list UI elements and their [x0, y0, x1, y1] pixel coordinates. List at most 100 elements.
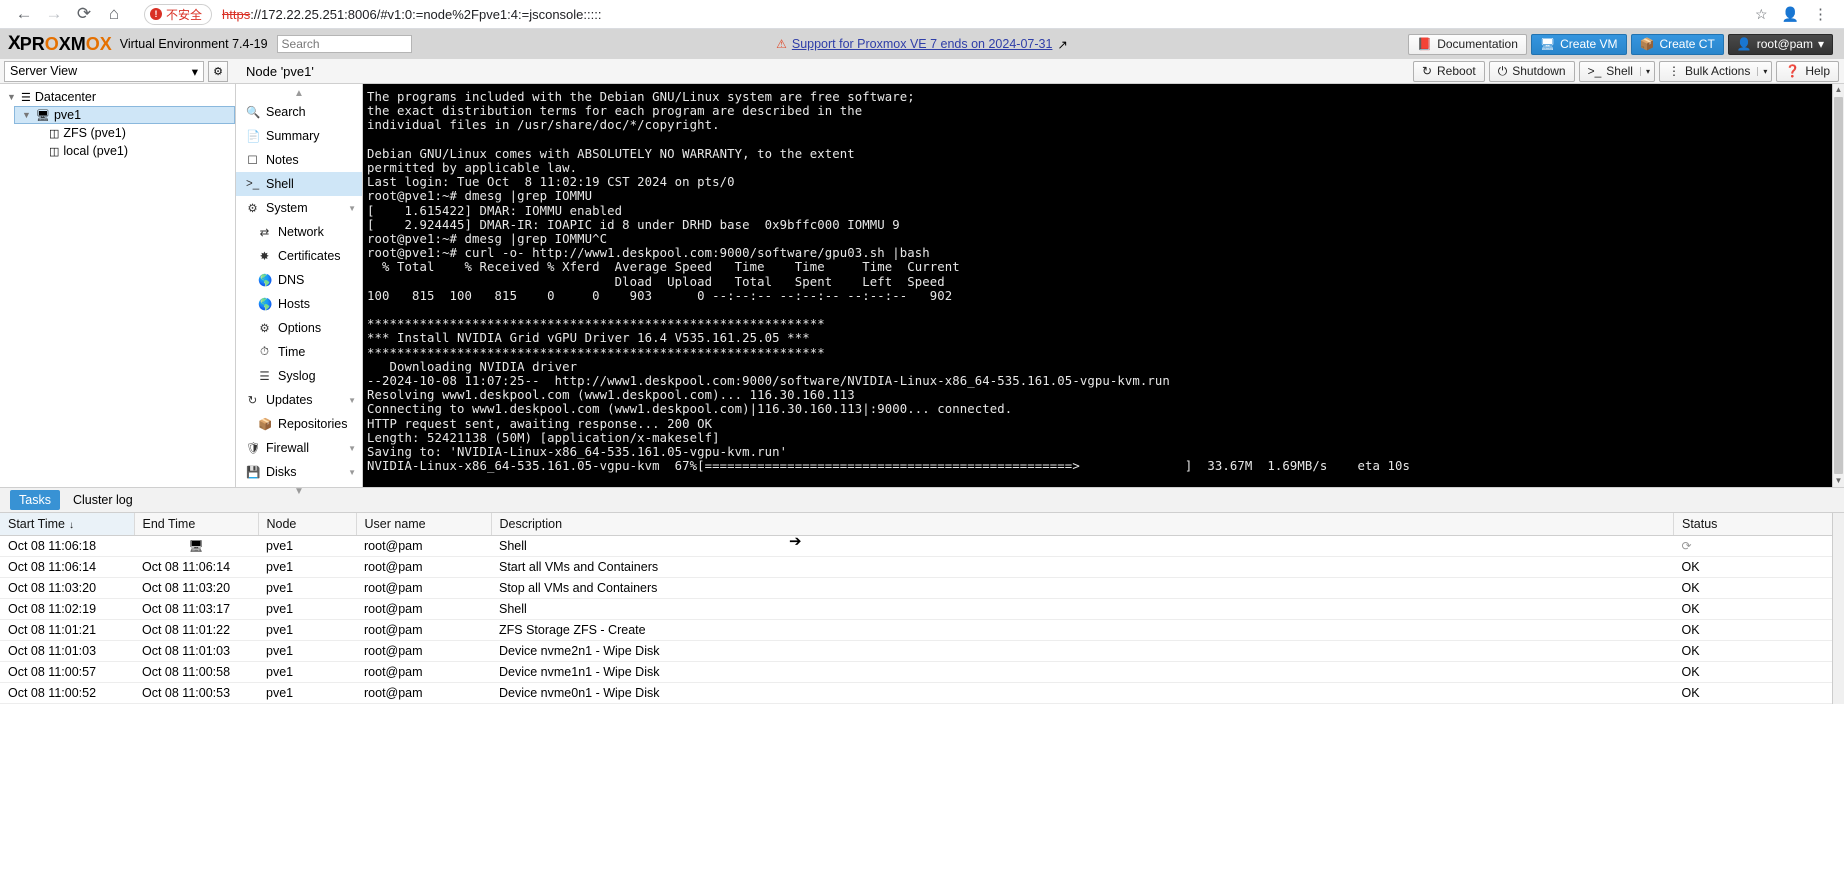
server-view-select[interactable]: Server View ▾ [4, 60, 204, 82]
table-scrollbar[interactable] [1832, 513, 1844, 704]
cell-status: OK [1673, 682, 1844, 704]
menu-item-search[interactable]: 🔍 Search [236, 100, 362, 124]
menu-item-disks[interactable]: 💾 Disks ▼ [236, 460, 362, 484]
menu-item-syslog[interactable]: ☰ Syslog [236, 364, 362, 388]
repositories-icon: 📦 [258, 419, 273, 431]
chevron-down-icon[interactable]: ▼ [348, 204, 362, 213]
cell-user-name: root@pam [356, 598, 491, 620]
menu-item-firewall[interactable]: 🛡 Firewall ▼ [236, 436, 362, 460]
menu-item-hosts[interactable]: 🌎 Hosts [236, 292, 362, 316]
tree-item-zfs-pve1[interactable]: ◫ ZFS (pve1) [28, 124, 235, 142]
chevron-down-icon[interactable]: ▼ [348, 444, 362, 453]
shell-button[interactable]: >_ Shell ▾ [1578, 60, 1655, 82]
scroll-thumb[interactable] [1834, 97, 1843, 474]
cell-user-name: root@pam [356, 535, 491, 557]
table-row[interactable]: Oct 08 11:02:19 Oct 08 11:03:17 pve1 root@p… [0, 598, 1844, 620]
address-bar[interactable]: ! 不安全 https://172.22.25.251:8006/#v1:0:=… [144, 2, 1755, 26]
chevron-down-icon[interactable]: ▼ [348, 396, 362, 405]
help-button[interactable]: ❓ Help [1776, 60, 1839, 82]
cell-end-time: 🖥 [134, 535, 258, 557]
tree-expand-icon[interactable]: ▼ [21, 110, 32, 120]
browser-toolbar: ← → ⟳ ⌂ ! 不安全 https://172.22.25.251:8006… [0, 0, 1844, 29]
menu-item-options[interactable]: ⚙ Options [236, 316, 362, 340]
documentation-button[interactable]: 📕 Documentation [1408, 33, 1527, 55]
cell-description: Shell [491, 598, 1674, 620]
column-header-start-time[interactable]: Start Time ↓ [0, 513, 135, 536]
product-version: Virtual Environment 7.4-19 [119, 37, 268, 51]
user-menu-button[interactable]: 👤 root@pam ▾ [1727, 33, 1833, 55]
table-row[interactable]: Oct 08 11:00:57 Oct 08 11:00:58 pve1 root@p… [0, 661, 1844, 683]
menu-item-updates[interactable]: ↻ Updates ▼ [236, 388, 362, 412]
menu-item-label: Shell [266, 177, 294, 191]
not-secure-icon: ! [150, 8, 162, 20]
warning-triangle-icon: ⚠ [776, 37, 787, 51]
tree-item-datacenter[interactable]: ▼ ☰ Datacenter [0, 88, 235, 106]
reboot-button[interactable]: ↻ Reboot [1412, 60, 1485, 82]
chevron-down-icon[interactable]: ▾ [1757, 66, 1767, 76]
shutdown-button[interactable]: ⏻ Shutdown [1488, 60, 1575, 82]
storage-icon: ◫ [49, 127, 60, 140]
menu-item-system[interactable]: ⚙ System ▼ [236, 196, 362, 220]
reload-icon[interactable]: ⟳ [70, 0, 98, 28]
person-icon[interactable]: 👤 [1782, 6, 1799, 23]
chevron-down-icon[interactable]: ▼ [348, 468, 362, 477]
column-header-description[interactable]: Description [491, 513, 1674, 536]
column-header-node[interactable]: Node [258, 513, 357, 536]
menu-item-summary[interactable]: 📄 Summary [236, 124, 362, 148]
tab-cluster-log[interactable]: Cluster log [64, 490, 142, 510]
collapse-up-icon[interactable]: ▲ [236, 86, 362, 100]
menu-item-dns[interactable]: 🌎 DNS [236, 268, 362, 292]
cell-start-time: Oct 08 11:03:20 [0, 577, 134, 599]
tree-expand-icon[interactable]: ▼ [6, 92, 17, 102]
chevron-down-icon[interactable]: ▾ [1639, 66, 1650, 76]
menu-item-notes[interactable]: ☐ Notes [236, 148, 362, 172]
table-row[interactable]: Oct 08 11:01:21 Oct 08 11:01:22 pve1 root@p… [0, 619, 1844, 641]
logo-wordmark: PROXMOX [19, 33, 112, 54]
terminal-scrollbar[interactable]: ▲ ▼ [1832, 84, 1844, 487]
menu-item-label: Disks [266, 465, 297, 479]
menu-item-time[interactable]: ⏱ Time [236, 340, 362, 364]
create-vm-button[interactable]: 🖥 Create VM [1530, 33, 1627, 55]
menu-item-shell[interactable]: >_ Shell [236, 172, 362, 196]
help-icon: ❓ [1785, 64, 1801, 78]
create-ct-button[interactable]: 📦 Create CT [1630, 33, 1724, 55]
column-header-label: User name [364, 517, 426, 531]
scroll-up-icon[interactable]: ▲ [1835, 84, 1843, 96]
tab-tasks[interactable]: Tasks [10, 490, 60, 510]
security-badge[interactable]: ! 不安全 [144, 3, 213, 25]
table-row[interactable]: Oct 08 11:01:03 Oct 08 11:01:03 pve1 root@p… [0, 640, 1844, 662]
tree-item-label: Datacenter [34, 90, 97, 104]
settings-gear-icon[interactable]: ⚙ [208, 60, 228, 82]
bulk-actions-button[interactable]: ⋮ Bulk Actions ▾ [1658, 60, 1773, 82]
table-row[interactable]: Oct 08 11:00:52 Oct 08 11:00:53 pve1 root@p… [0, 682, 1844, 704]
column-header-end-time[interactable]: End Time [134, 513, 259, 536]
shell-console[interactable]: The programs included with the Debian GN… [363, 84, 1844, 487]
star-icon[interactable]: ☆ [1755, 6, 1768, 23]
resource-tree: ▼ ☰ Datacenter ▼ 🖥 pve1 ◫ ZFS (pve1) ◫ local (pve… [0, 84, 236, 487]
forward-arrow-icon[interactable]: → [40, 0, 68, 28]
tree-item-pve1[interactable]: ▼ 🖥 pve1 [14, 106, 235, 124]
table-row[interactable]: Oct 08 11:03:20 Oct 08 11:03:20 pve1 root@p… [0, 577, 1844, 599]
table-row[interactable]: Oct 08 11:06:18 🖥 pve1 root@pam Shell ⟳ [0, 535, 1844, 557]
search-input[interactable]: Search [276, 35, 412, 53]
cell-status: OK [1673, 556, 1844, 578]
kebab-menu-icon[interactable]: ⋮ [1813, 5, 1828, 23]
menu-item-certificates[interactable]: ✸ Certificates [236, 244, 362, 268]
menu-item-repositories[interactable]: 📦 Repositories [236, 412, 362, 436]
column-header-user-name[interactable]: User name [356, 513, 492, 536]
back-arrow-icon[interactable]: ← [10, 0, 38, 28]
menu-item-label: Certificates [278, 249, 341, 263]
column-header-label: Node [266, 517, 297, 531]
collapse-down-icon[interactable]: ▼ [236, 484, 362, 498]
support-link[interactable]: Support for Proxmox VE 7 ends on 2024-07… [792, 37, 1053, 51]
tree-item-local-pve1[interactable]: ◫ local (pve1) [28, 142, 235, 160]
table-row[interactable]: Oct 08 11:06:14 Oct 08 11:06:14 pve1 root@p… [0, 556, 1844, 578]
scroll-down-icon[interactable]: ▼ [1835, 475, 1843, 487]
menu-item-network[interactable]: ⇄ Network [236, 220, 362, 244]
menu-item-label: Network [278, 225, 324, 239]
table-header-row: Start Time ↓ End Time Node User name Descript… [0, 513, 1844, 536]
cell-status: OK [1673, 619, 1844, 641]
home-icon[interactable]: ⌂ [100, 0, 128, 28]
cell-description: Device nvme2n1 - Wipe Disk [491, 640, 1674, 662]
column-header-status[interactable]: Status [1673, 513, 1844, 536]
